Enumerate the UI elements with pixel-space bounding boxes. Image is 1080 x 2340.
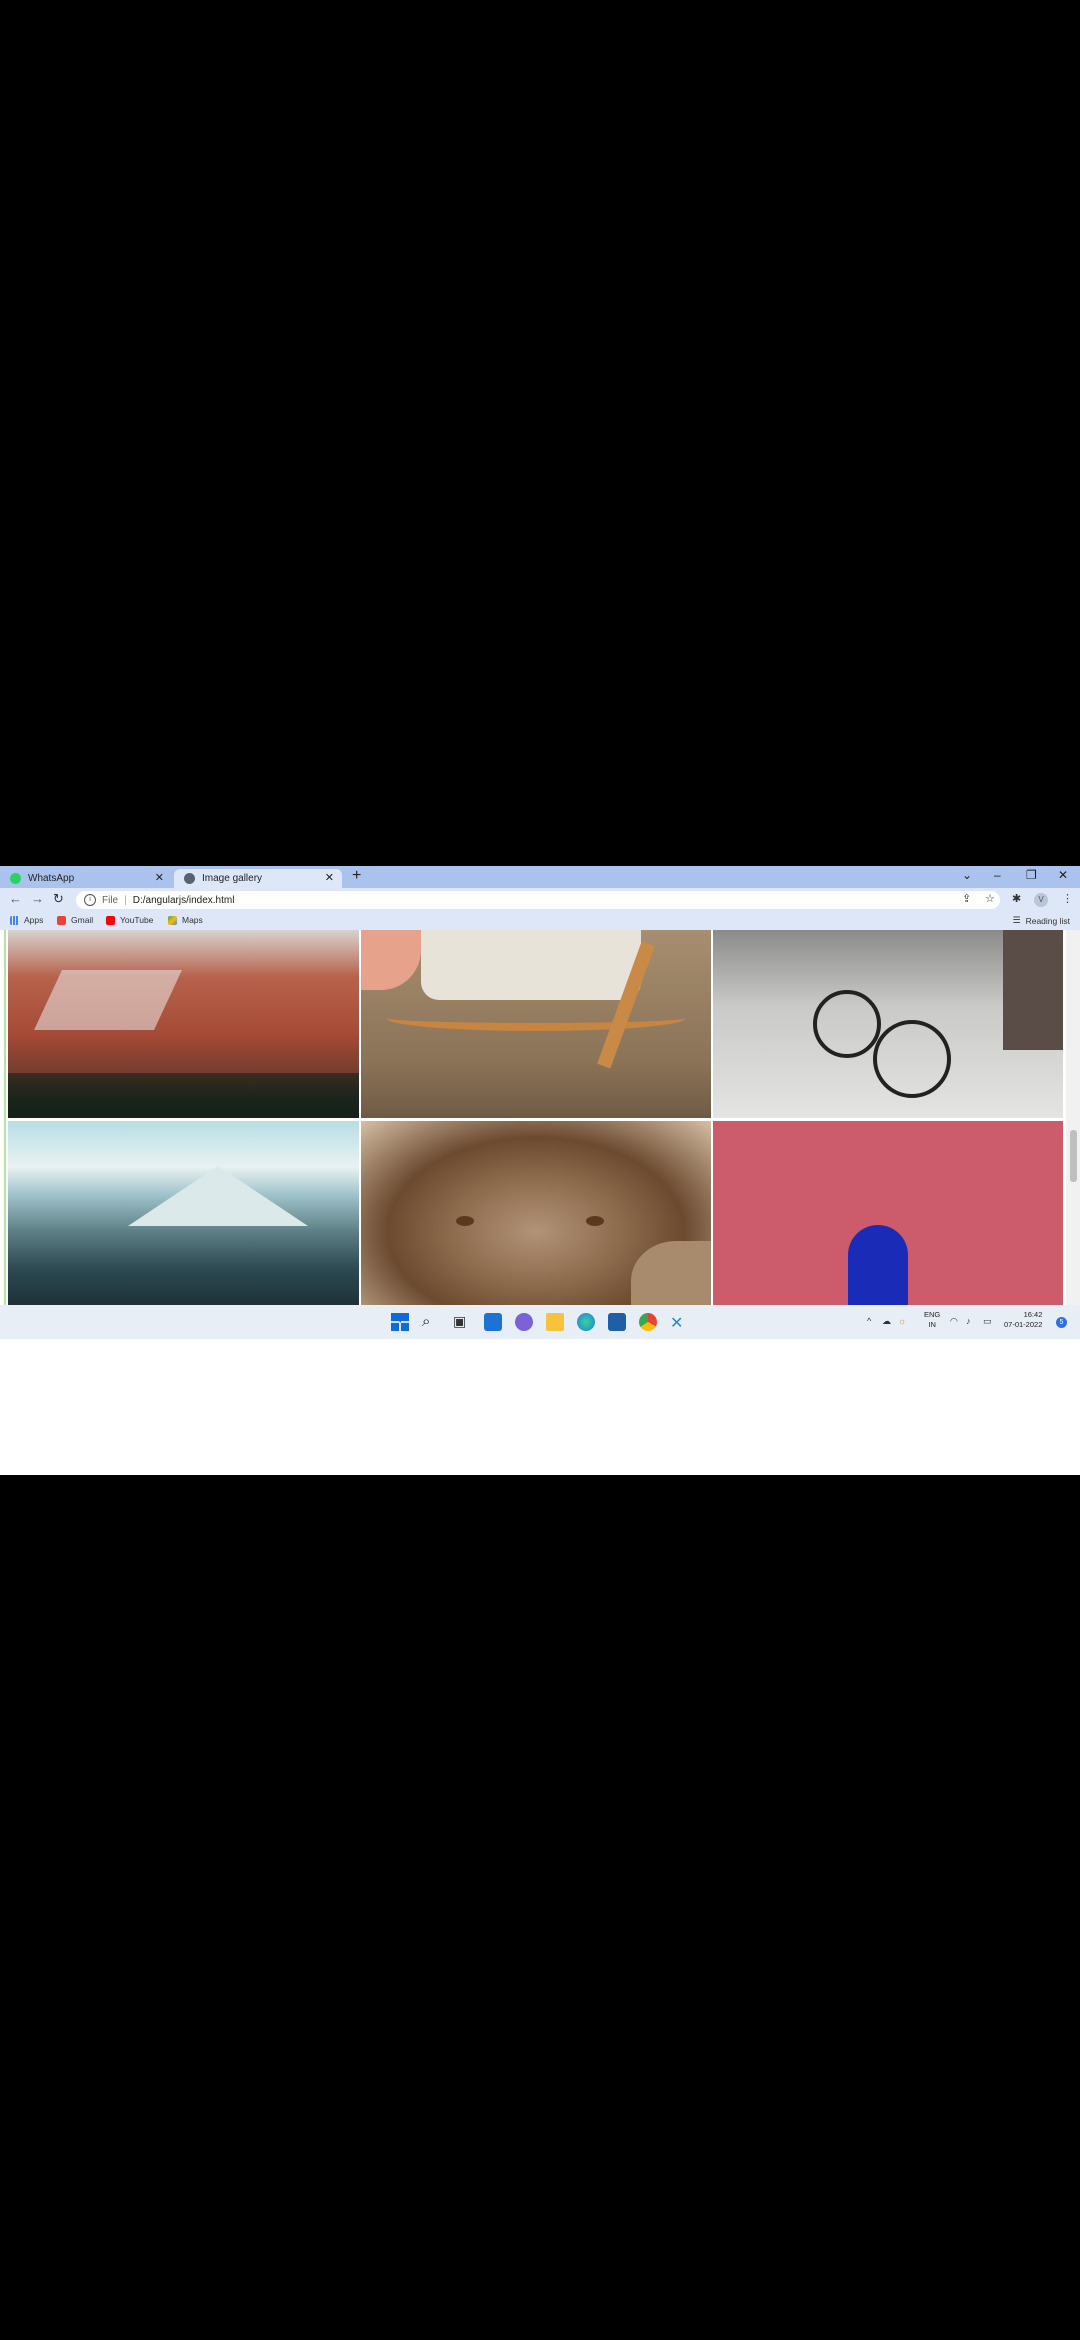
task-view-icon[interactable]: ▣ (453, 1313, 471, 1331)
info-icon[interactable]: i (84, 894, 96, 906)
scrollbar-thumb[interactable] (1070, 1130, 1077, 1182)
scheme-label: File (102, 894, 119, 906)
bookmark-star-icon[interactable]: ☆ (985, 892, 995, 905)
bookmark-label: Gmail (71, 915, 94, 925)
clock-time: 16:42 (1023, 1310, 1043, 1319)
tab-label: WhatsApp (28, 873, 75, 884)
taskbar: ⌕ ▣ ✕ ^ ☁ ☼ ENG IN ◠ ♪ ▭ 16:42 07-01-202… (0, 1305, 1080, 1339)
chevron-up-icon[interactable]: ^ (867, 1316, 871, 1326)
chrome-icon[interactable] (639, 1313, 657, 1331)
close-tab-icon[interactable]: ✕ (155, 871, 164, 884)
page-scrollbar[interactable] (1066, 930, 1080, 1305)
gallery-page (0, 930, 1080, 1305)
share-icon[interactable]: ⇪ (962, 892, 971, 905)
file-explorer-icon[interactable] (546, 1313, 564, 1331)
vscode-icon[interactable]: ✕ (670, 1313, 688, 1332)
gallery-image-snowy-mountains[interactable] (8, 1121, 359, 1305)
url-text: D:/angularjs/index.html (132, 894, 235, 906)
extensions-icon[interactable]: ✱ (1012, 892, 1021, 905)
minimize-icon[interactable]: – (994, 868, 1001, 882)
gallery-image-rocking-chair[interactable] (361, 930, 711, 1118)
edge-icon[interactable] (577, 1313, 595, 1331)
bookmark-gmail[interactable]: Gmail (57, 915, 93, 925)
globe-icon (184, 873, 195, 884)
bookmarks-bar: Apps Gmail YouTube Maps ☰ Reading list (0, 912, 1080, 930)
region-code: IN (928, 1320, 936, 1329)
tab-image-gallery[interactable]: Image gallery ✕ (174, 869, 342, 888)
weather-icon[interactable]: ☼ (898, 1316, 906, 1326)
reload-icon[interactable]: ↻ (53, 891, 64, 907)
profile-avatar[interactable]: V (1034, 893, 1048, 907)
reading-list-button[interactable]: ☰ Reading list (1013, 915, 1071, 926)
bookmark-label: Maps (182, 915, 203, 925)
language-code: ENG (924, 1310, 941, 1319)
search-icon[interactable]: ⌕ (422, 1313, 440, 1331)
bookmark-youtube[interactable]: YouTube (106, 915, 153, 925)
back-icon[interactable]: ← (9, 891, 22, 906)
gallery-image-pink-wall-blue-door[interactable] (713, 1121, 1063, 1305)
browser-toolbar: ← → ↻ i File | D:/angularjs/index.html ⇪… (0, 888, 1080, 912)
tab-strip: WhatsApp ✕ Image gallery ✕ + ⌄ – ❐ ✕ (0, 866, 1080, 888)
close-window-icon[interactable]: ✕ (1058, 868, 1068, 882)
tab-search-icon[interactable]: ⌄ (962, 868, 972, 882)
wifi-icon[interactable]: ◠ (950, 1316, 958, 1327)
forward-icon[interactable]: → (31, 891, 44, 906)
maps-icon (168, 915, 177, 925)
reading-list-icon: ☰ (1012, 915, 1021, 925)
page-left-border (4, 930, 6, 1305)
bookmark-label: Apps (24, 915, 44, 925)
close-tab-icon[interactable]: ✕ (325, 871, 334, 884)
battery-icon[interactable]: ▭ (983, 1316, 992, 1327)
menu-icon[interactable]: ⋮ (1062, 892, 1073, 905)
gallery-image-lion-face[interactable] (361, 1121, 711, 1305)
volume-icon[interactable]: ♪ (966, 1316, 971, 1326)
gallery-image-mountain-rocks[interactable] (8, 930, 359, 1118)
apps-grid-icon (10, 915, 19, 925)
screen: WhatsApp ✕ Image gallery ✕ + ⌄ – ❐ ✕ ← →… (0, 866, 1080, 1475)
tab-label: Image gallery (202, 873, 263, 884)
widgets-icon[interactable] (484, 1313, 502, 1331)
language-indicator[interactable]: ENG IN (924, 1310, 940, 1330)
windows-start-icon[interactable] (391, 1313, 409, 1331)
divider: | (124, 894, 127, 906)
new-tab-button[interactable]: + (352, 867, 361, 885)
black-area (0, 1475, 1080, 2340)
bookmark-maps[interactable]: Maps (168, 915, 203, 925)
clock-date: 07-01-2022 (1004, 1320, 1043, 1329)
gmail-icon (57, 915, 66, 925)
bookmark-label: YouTube (120, 915, 154, 925)
chat-icon[interactable] (515, 1313, 533, 1331)
notification-badge[interactable]: 5 (1056, 1317, 1067, 1328)
restore-icon[interactable]: ❐ (1026, 868, 1037, 882)
gallery-image-bicycles-snow[interactable] (713, 930, 1063, 1118)
whatsapp-icon (10, 873, 21, 884)
reading-list-label: Reading list (1025, 915, 1070, 926)
bookmark-apps[interactable]: Apps (10, 915, 43, 925)
youtube-icon (106, 915, 115, 925)
clock[interactable]: 16:42 07-01-2022 (1004, 1310, 1042, 1330)
tab-whatsapp[interactable]: WhatsApp ✕ (0, 869, 172, 888)
store-icon[interactable] (608, 1313, 626, 1331)
cloud-icon[interactable]: ☁ (882, 1316, 891, 1327)
address-bar[interactable]: i File | D:/angularjs/index.html (76, 891, 1000, 909)
